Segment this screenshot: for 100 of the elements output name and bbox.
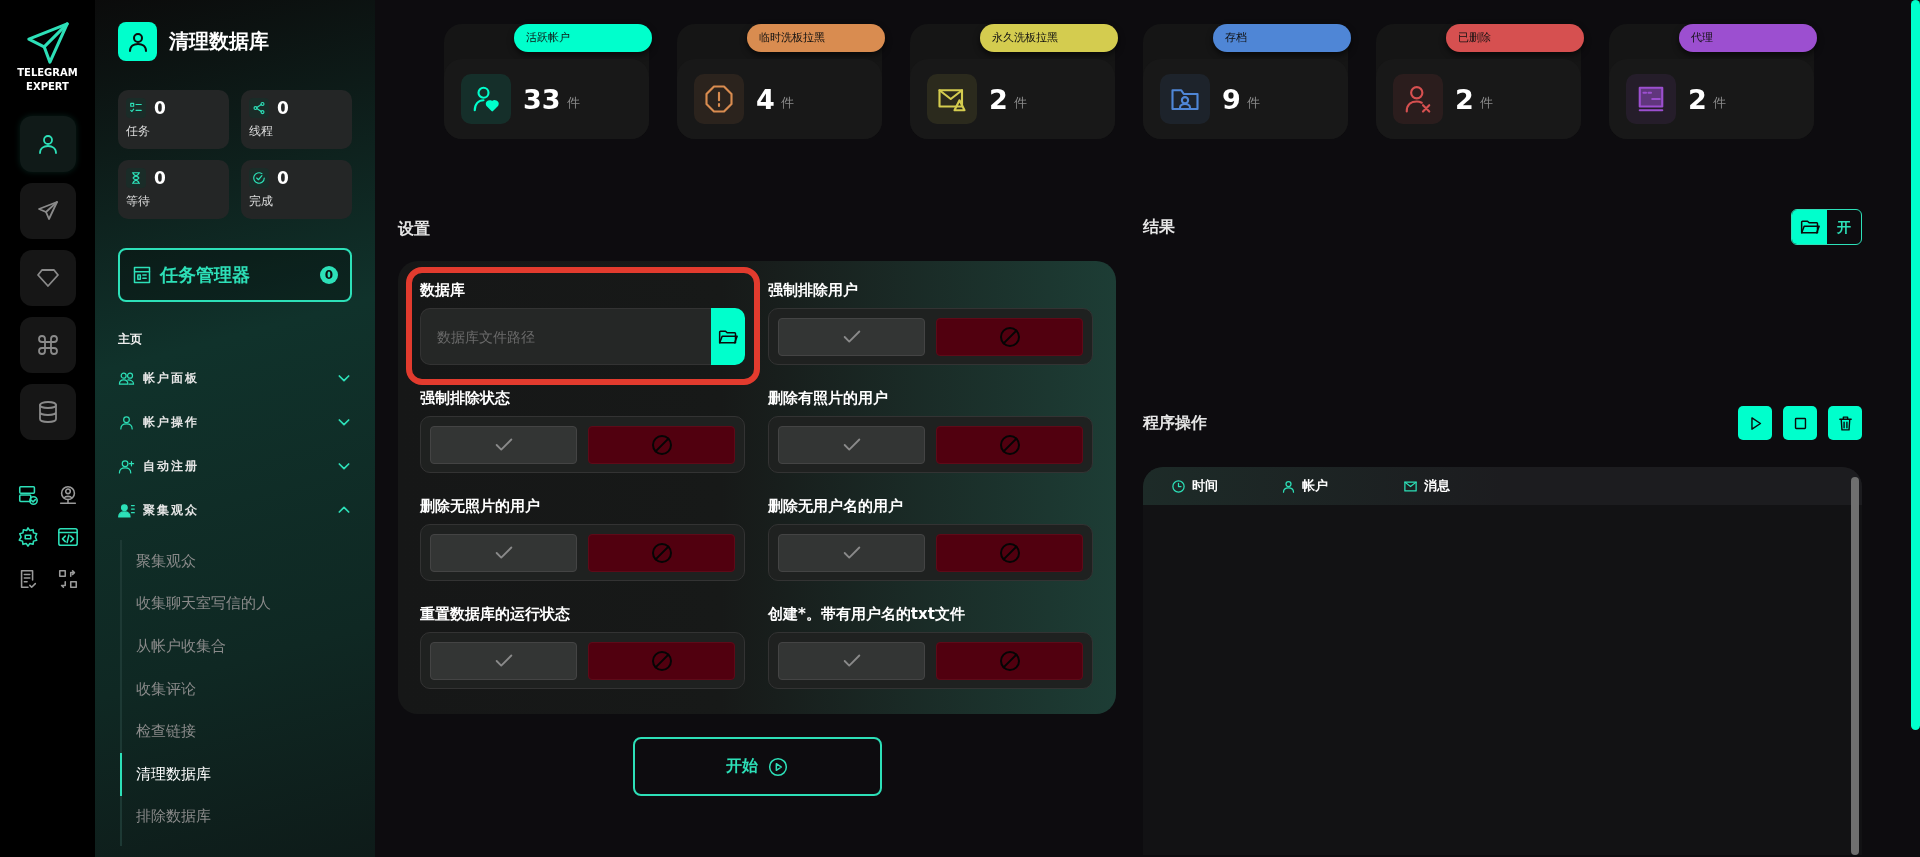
column-header: 时间 (1192, 477, 1218, 495)
submenu-item[interactable]: 从帐户收集合 (120, 625, 352, 668)
status-tag: 存档 (1213, 24, 1351, 52)
mail-icon (1403, 478, 1418, 494)
status-tag: 代理 (1679, 24, 1817, 52)
diamond-icon (35, 266, 60, 290)
share-icon (252, 101, 266, 115)
ban-icon (997, 648, 1022, 673)
check-circle-icon (252, 171, 266, 185)
stat-value: 33 (523, 83, 561, 115)
nav-button[interactable] (19, 183, 76, 239)
checklist-icon (129, 101, 143, 115)
send-icon (35, 199, 60, 223)
open-folder-button[interactable]: 开 (1791, 209, 1862, 245)
no-toggle[interactable] (588, 425, 735, 464)
option-label: 删除无用户名的用户 (768, 496, 904, 517)
scrollbar-thumb[interactable] (1851, 477, 1859, 855)
delete-icon (1836, 414, 1854, 432)
command-icon (35, 333, 60, 357)
counter-label: 等待 (126, 193, 151, 210)
counter-value: 0 (154, 168, 166, 188)
menu-item[interactable]: 帐户面板 (118, 356, 352, 400)
option-label: 强制排除用户 (768, 280, 859, 301)
stat-value: 2 (1688, 83, 1707, 115)
yes-toggle[interactable] (778, 317, 925, 356)
code-window-icon (56, 526, 79, 548)
browser-window-icon (1636, 84, 1666, 114)
user-remove-icon (1403, 84, 1433, 114)
submenu-item[interactable]: 收集聊天室写信的人 (120, 582, 352, 626)
task-manager-button[interactable]: 任务管理器 0 (118, 248, 352, 302)
browse-button[interactable] (711, 308, 745, 365)
stat-value: 4 (756, 83, 775, 115)
yes-toggle[interactable] (778, 533, 925, 572)
folder-icon (1799, 217, 1820, 237)
ban-icon (649, 648, 674, 673)
clock-icon (1171, 478, 1186, 494)
option-label: 删除有照片的用户 (768, 388, 889, 409)
stat-value: 2 (989, 83, 1008, 115)
counter-value: 0 (277, 168, 289, 188)
menu-item[interactable]: 帐户操作 (118, 400, 352, 444)
page-title: 清理数据库 (169, 28, 269, 55)
submenu-item[interactable]: 清理数据库 (120, 752, 352, 796)
yes-toggle[interactable] (430, 641, 577, 680)
yes-toggle[interactable] (778, 641, 925, 680)
no-toggle[interactable] (936, 425, 1083, 464)
paper-plane-icon (24, 20, 71, 66)
play-circle-icon (768, 756, 788, 777)
nav-button[interactable] (19, 116, 76, 172)
settings-icon (16, 526, 39, 548)
user-plus-icon (118, 457, 135, 475)
delete-button[interactable] (1828, 406, 1862, 440)
nav-button[interactable] (19, 317, 76, 373)
stat-unit: 件 (1246, 94, 1260, 112)
no-toggle[interactable] (936, 641, 1083, 680)
yes-toggle[interactable] (778, 425, 925, 464)
task-board-icon (132, 265, 152, 285)
ban-icon (649, 540, 674, 565)
user-list-icon (118, 501, 135, 519)
section-title: 设置 (398, 219, 431, 240)
menu-item[interactable]: 聚集观众 (118, 488, 352, 532)
yes-toggle[interactable] (430, 425, 577, 464)
option-label: 创建*。带有用户名的txt文件 (768, 604, 966, 625)
status-tag: 已删除 (1446, 24, 1584, 52)
status-tag: 永久洗板拉黑 (980, 24, 1118, 52)
stat-value: 9 (1222, 83, 1241, 115)
option-label: 强制排除状态 (420, 388, 511, 409)
stat-value: 2 (1455, 83, 1474, 115)
user-icon (118, 413, 135, 431)
alert-octagon-icon (704, 84, 734, 114)
ban-icon (649, 432, 674, 457)
logo-text: TELEGRAM (17, 66, 78, 80)
nav-button[interactable] (19, 384, 76, 440)
submenu-item[interactable]: 检查链接 (120, 710, 352, 753)
no-toggle[interactable] (588, 533, 735, 572)
column-header: 消息 (1424, 477, 1450, 495)
nav-button[interactable] (19, 250, 76, 306)
section-title: 结果 (1143, 216, 1175, 238)
stat-unit: 件 (1013, 94, 1027, 112)
submenu-item[interactable]: 收集评论 (120, 667, 352, 711)
menu-item[interactable]: 自动注册 (118, 444, 352, 488)
server-check-icon (16, 484, 39, 506)
ban-icon (997, 324, 1022, 349)
section-title: 程序操作 (1143, 412, 1207, 434)
user-icon (1281, 478, 1296, 494)
hourglass-icon (129, 171, 143, 185)
stat-unit: 件 (566, 94, 580, 112)
stop-button[interactable] (1783, 406, 1817, 440)
yes-toggle[interactable] (430, 533, 577, 572)
submenu-item[interactable]: 排除数据库 (120, 795, 352, 839)
play-button[interactable] (1738, 406, 1772, 440)
counter-label: 完成 (249, 193, 274, 210)
no-toggle[interactable] (936, 533, 1083, 572)
no-toggle[interactable] (588, 641, 735, 680)
stat-unit: 件 (1712, 94, 1726, 112)
column-header: 帐户 (1302, 477, 1328, 495)
file-path-field[interactable]: 数据库文件路径 (420, 308, 711, 365)
submenu-item[interactable]: 聚集观众 (120, 540, 352, 583)
no-toggle[interactable] (936, 317, 1083, 356)
scrollbar-thumb[interactable] (1911, 0, 1920, 730)
start-button[interactable]: 开始 (632, 737, 882, 796)
